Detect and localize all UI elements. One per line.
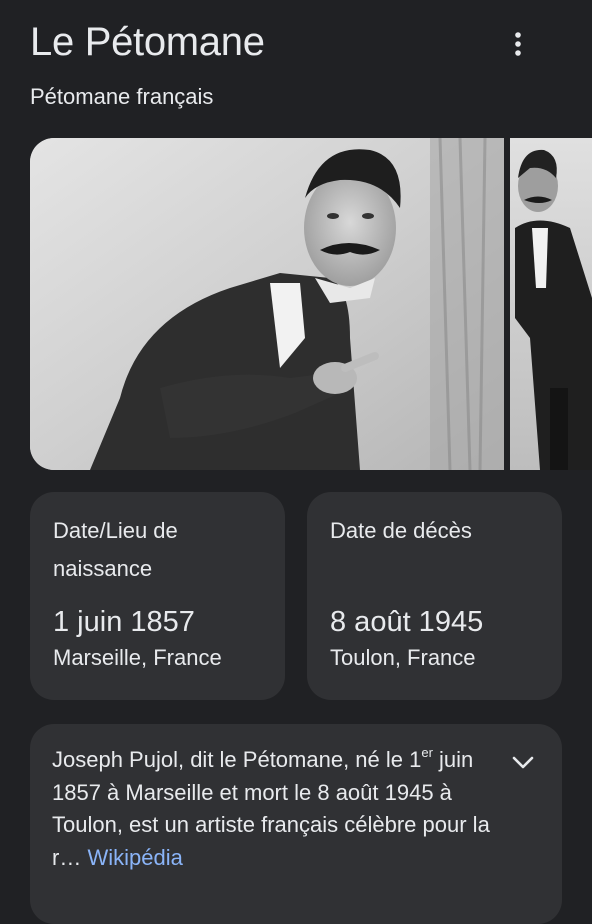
birth-label: Date/Lieu de naissance <box>53 518 178 581</box>
description-superscript: er <box>421 744 433 760</box>
page-title: Le Pétomane <box>30 20 265 64</box>
death-place: Toulon, France <box>330 645 476 670</box>
expand-description-button[interactable] <box>506 746 540 780</box>
chevron-down-icon <box>512 756 534 769</box>
birth-place: Marseille, France <box>53 645 222 670</box>
more-options-button[interactable] <box>500 26 536 62</box>
wikipedia-link[interactable]: Wikipédia <box>87 845 182 870</box>
death-info-card[interactable]: Date de décès 8 août 1945 Toulon, France <box>307 492 562 700</box>
death-date: 8 août 1945 <box>330 606 484 638</box>
second-photo[interactable] <box>510 138 592 470</box>
page-subtitle: Pétomane français <box>30 84 214 109</box>
birth-date: 1 juin 1857 <box>53 606 195 638</box>
description-text: Joseph Pujol, dit le Pétomane, né le 1er… <box>52 744 504 874</box>
birth-info-card[interactable]: Date/Lieu de naissance 1 juin 1857 Marse… <box>30 492 285 700</box>
main-photo[interactable] <box>30 138 504 470</box>
more-vert-icon <box>515 32 521 56</box>
description-part-1: Joseph Pujol, dit le Pétomane, né le 1 <box>52 747 422 772</box>
death-label: Date de décès <box>330 518 472 543</box>
description-card[interactable]: Joseph Pujol, dit le Pétomane, né le 1er… <box>30 724 562 924</box>
